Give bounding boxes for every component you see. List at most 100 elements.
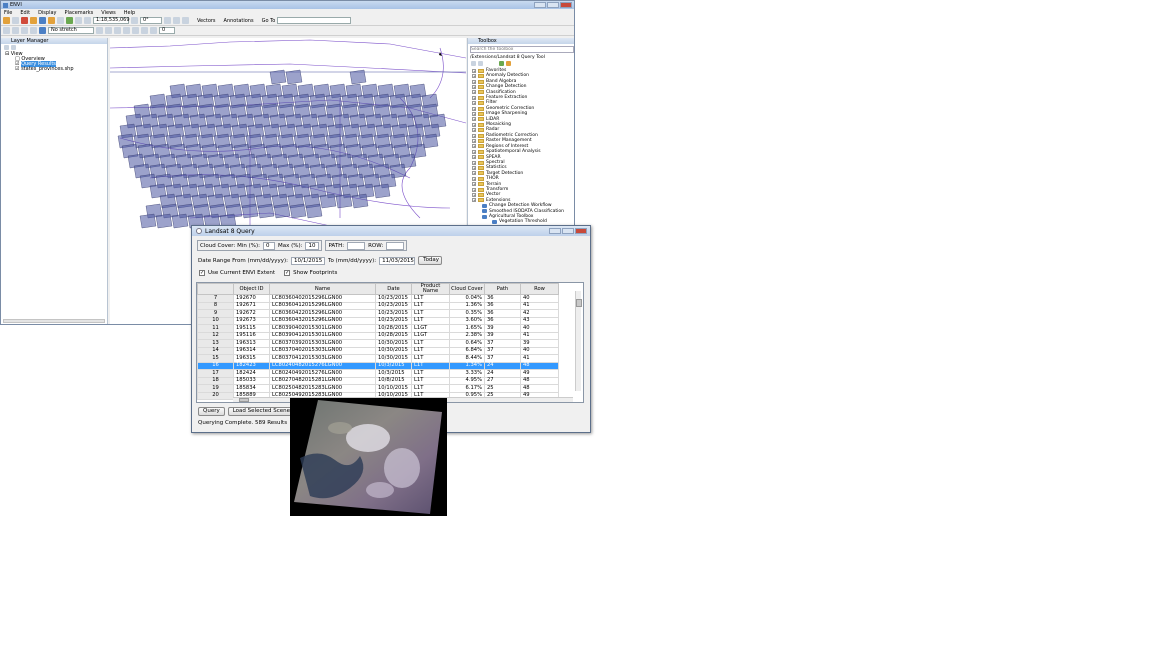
open-icon[interactable] <box>3 17 10 24</box>
brightness-icon[interactable] <box>3 27 10 34</box>
dialog-close-button[interactable] <box>575 228 587 234</box>
annotate-icon[interactable] <box>182 17 189 24</box>
toolbox-refresh-icon[interactable] <box>506 61 511 66</box>
data-manager-icon[interactable] <box>30 17 37 24</box>
menu-views[interactable]: Views <box>101 10 115 16</box>
toolbox-favorite-icon[interactable] <box>499 61 504 66</box>
expand-toggle-icon[interactable]: + <box>472 111 476 116</box>
table-row[interactable]: 18 185033 LC80270482015281LGN00 10/8/2015 L1… <box>197 376 559 385</box>
vscroll-thumb[interactable] <box>576 299 582 307</box>
menu-placemarks[interactable]: Placemarks <box>65 10 94 16</box>
table-row[interactable]: 8 192671 LC80360412015296LGN00 10/23/2015 L1… <box>197 301 559 310</box>
expand-toggle-icon[interactable]: + <box>472 101 476 106</box>
expand-toggle-icon[interactable]: + <box>472 128 476 133</box>
table-row[interactable]: 17 182424 LC80240492015276LGN00 10/3/2015 L1… <box>197 369 559 378</box>
annotations-dropdown[interactable]: Annotations <box>224 18 254 24</box>
col-product-name[interactable]: Product Name <box>411 283 450 295</box>
close-button[interactable] <box>560 2 572 8</box>
cloud-min-input[interactable]: 0 <box>262 241 275 250</box>
query-button[interactable]: Query <box>198 407 225 416</box>
menu-help[interactable]: Help <box>124 10 135 16</box>
menu-edit[interactable]: Edit <box>20 10 30 16</box>
toolbox-expand-icon[interactable] <box>478 61 483 66</box>
expand-toggle-icon[interactable]: + <box>472 160 476 165</box>
results-table[interactable]: Object ID Name Date Product Name Cloud C… <box>196 282 584 403</box>
minimize-button[interactable] <box>534 2 546 8</box>
chip-icon[interactable] <box>105 27 112 34</box>
table-row[interactable]: 11 195115 LC80390402015301LGN00 10/28/2015 L… <box>197 324 559 333</box>
expand-toggle-icon[interactable]: + <box>472 198 476 203</box>
col-object-id[interactable]: Object ID <box>233 283 270 295</box>
path-input[interactable] <box>347 241 366 250</box>
col-name[interactable]: Name <box>269 283 376 295</box>
load-selected-scene-button[interactable]: Load Selected Scene <box>227 407 296 416</box>
crosshair-icon[interactable] <box>48 17 55 24</box>
collapse-icon[interactable] <box>4 45 9 50</box>
date-from-input[interactable]: 10/1/2015 <box>291 256 326 265</box>
blend-icon[interactable] <box>123 27 130 34</box>
dialog-maximize-button[interactable] <box>562 228 574 234</box>
expand-icon[interactable] <box>11 45 16 50</box>
grid-icon[interactable] <box>164 17 171 24</box>
expand-toggle-icon[interactable]: + <box>472 193 476 198</box>
toolbox-collapse-icon[interactable] <box>471 61 476 66</box>
flicker-icon[interactable] <box>132 27 139 34</box>
col-path[interactable]: Path <box>484 283 521 295</box>
portal-icon[interactable] <box>114 27 121 34</box>
zoom-in-icon[interactable] <box>75 17 82 24</box>
placemark-icon[interactable] <box>21 17 28 24</box>
maximize-button[interactable] <box>547 2 559 8</box>
expand-toggle-icon[interactable]: + <box>472 79 476 84</box>
table-row[interactable]: 16 182423 LC80240482015276LGN00 10/3/2015 L1… <box>197 361 559 370</box>
scale-field[interactable]: 1:18,535,069 <box>93 17 130 24</box>
rotation-field[interactable]: 0° <box>140 17 162 24</box>
expand-toggle-icon[interactable]: + <box>472 138 476 143</box>
expand-toggle-icon[interactable]: + <box>472 74 476 79</box>
table-row[interactable]: 7 192670 LC80360402015296LGN00 10/23/2015 L1… <box>197 294 559 303</box>
expand-toggle-icon[interactable]: + <box>472 166 476 171</box>
zoom-out-icon[interactable] <box>84 17 91 24</box>
menu-display[interactable]: Display <box>38 10 56 16</box>
table-row[interactable]: 9 192672 LC80360422015296LGN00 10/23/2015 L1… <box>197 309 559 318</box>
rotate-icon[interactable] <box>131 17 138 24</box>
expand-toggle-icon[interactable]: + <box>472 133 476 138</box>
expand-toggle-icon[interactable]: + <box>472 68 476 73</box>
cursor-value-icon[interactable] <box>173 17 180 24</box>
stretch-icon[interactable] <box>39 27 46 34</box>
sharpen-icon[interactable] <box>21 27 28 34</box>
stretch-dropdown[interactable]: No stretch <box>48 27 94 34</box>
dialog-minimize-button[interactable] <box>549 228 561 234</box>
expand-toggle-icon[interactable]: + <box>472 122 476 127</box>
table-vscrollbar[interactable] <box>575 291 582 391</box>
expand-toggle-icon[interactable]: + <box>472 84 476 89</box>
col-row[interactable]: Row <box>520 283 559 295</box>
expand-toggle-icon[interactable]: + <box>472 106 476 111</box>
layer-scrollbar[interactable] <box>3 319 105 323</box>
view-icon[interactable] <box>96 27 103 34</box>
tree-item-states-provinces[interactable]: ☑ states_provinces.shp <box>1 67 107 72</box>
table-row[interactable]: 15 196315 LC80370412015303LGN00 10/30/2015 L… <box>197 354 559 363</box>
contrast-icon[interactable] <box>12 27 19 34</box>
col-cloud-cover[interactable]: Cloud Cover <box>449 283 485 295</box>
goto-field[interactable] <box>277 17 352 24</box>
value-field[interactable]: 0 <box>159 27 175 34</box>
toolbox-extension-item[interactable]: Vegetation Threshold <box>472 219 574 224</box>
expand-toggle-icon[interactable]: + <box>472 155 476 160</box>
toolbox-search-input[interactable] <box>470 46 574 53</box>
rgb-icon[interactable] <box>150 27 157 34</box>
show-footprints-checkbox[interactable]: ✓ <box>284 270 291 276</box>
date-to-input[interactable]: 11/03/2015 <box>379 256 416 265</box>
menu-file[interactable]: File <box>4 10 12 16</box>
table-row[interactable]: 12 195116 LC80390412015301LGN00 10/28/2015 L… <box>197 331 559 340</box>
row-input[interactable] <box>386 241 405 250</box>
hscroll-thumb[interactable] <box>239 398 249 402</box>
fly-icon[interactable] <box>66 17 73 24</box>
expand-toggle-icon[interactable]: + <box>472 171 476 176</box>
expand-toggle-icon[interactable]: + <box>472 117 476 122</box>
expand-toggle-icon[interactable]: + <box>472 176 476 181</box>
vectors-dropdown[interactable]: Vectors <box>197 18 216 24</box>
save-icon[interactable] <box>12 17 19 24</box>
today-button[interactable]: Today <box>418 256 443 265</box>
table-row[interactable]: 19 185834 LC80250482015283LGN00 10/10/2015 L… <box>197 384 559 393</box>
transparency-icon[interactable] <box>30 27 37 34</box>
